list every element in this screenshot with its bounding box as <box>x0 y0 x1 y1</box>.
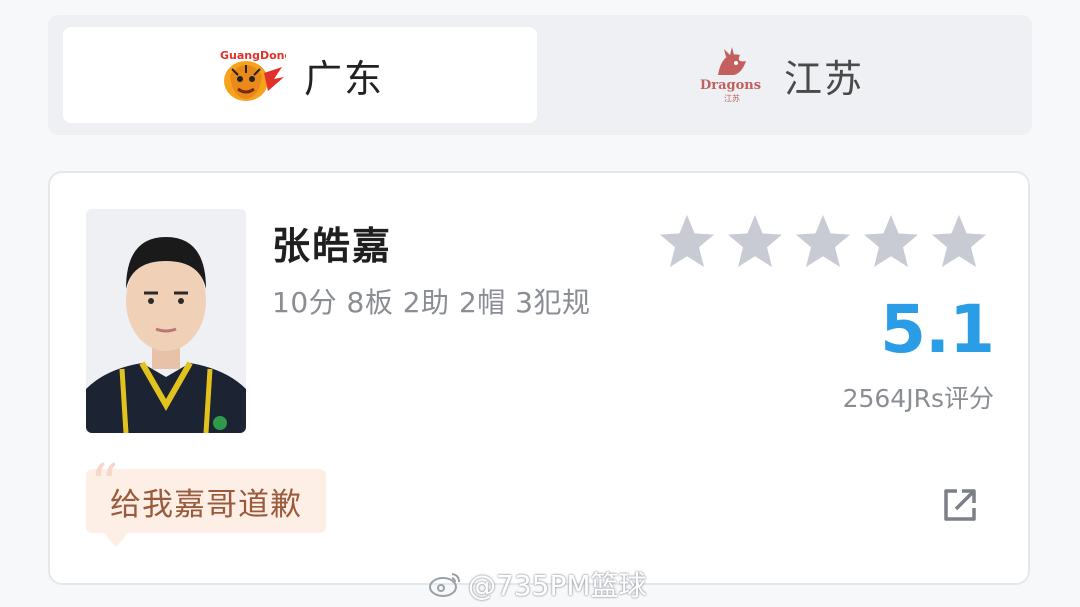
svg-text:江苏: 江苏 <box>724 93 740 103</box>
rater-count: 2564JRs评分 <box>842 384 994 413</box>
svg-text:GuangDong: GuangDong <box>220 49 286 62</box>
tab-home-team[interactable]: GuangDong 广东 <box>63 27 537 123</box>
top-comment-text: 给我嘉哥道歉 <box>110 486 302 523</box>
top-comment-bubble[interactable]: “ 给我嘉哥道歉 <box>86 453 326 547</box>
tab-away-team[interactable]: Dragons 江苏 江苏 <box>543 27 1017 123</box>
player-name: 张皓嘉 <box>272 224 393 268</box>
player-portrait-icon <box>86 209 246 433</box>
jiangsu-dragons-logo-icon: Dragons 江苏 <box>700 47 761 103</box>
star-icon[interactable] <box>726 213 784 269</box>
weibo-watermark: @735PM篮球 <box>428 564 647 604</box>
svg-text:Dragons: Dragons <box>700 78 761 93</box>
guangdong-tigers-logo-icon: GuangDong <box>220 49 286 101</box>
away-team-name: 江苏 <box>783 56 864 101</box>
star-icon[interactable] <box>658 213 716 269</box>
weibo-icon <box>429 573 460 597</box>
watermark-text: @735PM篮球 <box>468 569 647 602</box>
star-icon[interactable] <box>862 213 920 269</box>
share-icon[interactable] <box>940 485 980 525</box>
player-stat-line: 10分 8板 2助 2帽 3犯规 <box>272 286 591 319</box>
rating-stars[interactable] <box>658 213 988 269</box>
home-team-name: 广东 <box>303 56 384 101</box>
player-photo <box>86 209 246 433</box>
star-icon[interactable] <box>930 213 988 269</box>
average-score: 5.1 <box>880 291 995 368</box>
player-rating-card: 张皓嘉 10分 8板 2助 2帽 3犯规 5.1 2564JRs评分 “ 给我嘉… <box>48 171 1030 585</box>
team-switcher: GuangDong 广东 Dragons 江苏 江苏 <box>48 15 1032 135</box>
star-icon[interactable] <box>794 213 852 269</box>
